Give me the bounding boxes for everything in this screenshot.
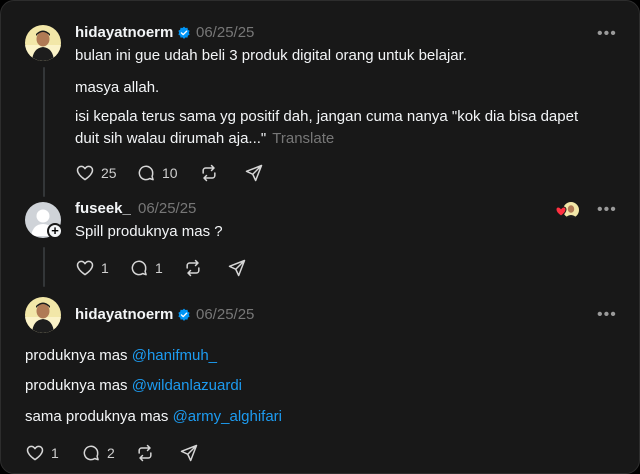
post-text-line-3: sama produknya mas @army_alghifari [25,406,282,428]
reply-count: 1 [155,260,163,276]
repost-button[interactable] [183,258,203,278]
post-text: Spill produknya mas ? [75,223,223,240]
post-text-paragraph-3-line-2: duit sih walau dirumah aja..." Translate [75,128,334,150]
comment-icon [138,165,154,181]
avatar[interactable] [25,25,61,61]
timestamp[interactable]: 06/25/25 [196,306,254,323]
reply-count: 10 [162,165,178,181]
thread-card: hidayatnoerm 06/25/25 ••• bulan ini gue … [0,0,640,474]
share-button[interactable] [227,258,247,278]
thread-line [43,247,45,287]
like-count: 25 [101,165,117,181]
timestamp[interactable]: 06/25/25 [196,24,254,41]
translate-link[interactable]: Translate [272,130,334,147]
post-text-paragraph-3-line-1: isi kepala terus sama yg positif dah, ja… [75,108,579,125]
reply-button[interactable]: 10 [136,163,178,183]
heart-icon [76,260,94,276]
like-button[interactable]: 25 [75,163,117,183]
comment-icon [131,260,147,276]
username[interactable]: hidayatnoerm [75,24,173,41]
verified-icon [178,308,190,321]
more-icon[interactable]: ••• [597,307,617,323]
heart-icon [76,165,94,181]
heart-icon [26,445,44,461]
reply-button[interactable]: 1 [129,258,163,278]
timestamp[interactable]: 06/25/25 [138,200,196,217]
post-text-line-3-prefix: sama produknya mas [25,408,173,425]
repost-button[interactable] [135,443,155,463]
username[interactable]: fuseek_ [75,200,131,217]
more-icon[interactable]: ••• [597,202,617,218]
mention-link[interactable]: @army_alghifari [173,408,282,425]
repost-icon [138,444,152,462]
verified-icon [178,26,190,39]
post-text-paragraph-1: bulan ini gue udah beli 3 produk digital… [75,47,467,64]
mention-link[interactable]: @wildanlazuardi [132,377,242,394]
username[interactable]: hidayatnoerm [75,306,173,323]
post-text-paragraph-2: masya allah. [75,79,160,96]
share-button[interactable] [244,163,264,183]
repost-button[interactable] [199,163,219,183]
comment-icon [83,445,99,461]
avatar[interactable] [25,297,61,333]
share-icon [180,444,198,462]
reply-button[interactable]: 2 [81,443,115,463]
like-count: 1 [51,445,59,461]
share-icon [245,164,263,182]
repost-icon [186,259,200,277]
like-button[interactable]: 1 [75,258,109,278]
like-button[interactable]: 1 [25,443,59,463]
post-text-line-1-prefix: produknya mas [25,347,132,364]
more-icon[interactable]: ••• [597,26,617,42]
follow-button[interactable]: + [47,223,63,239]
share-icon [228,259,246,277]
post-text-line-1: produknya mas @hanifmuh_ [25,345,217,367]
mention-link[interactable]: @hanifmuh_ [132,347,217,364]
share-button[interactable] [179,443,199,463]
thread-line [43,67,45,197]
reply-count: 2 [107,445,115,461]
repost-icon [202,164,216,182]
liked-by-author-avatar [555,201,581,219]
post-text-line-2: produknya mas @wildanlazuardi [25,375,242,397]
post-text-line-2-prefix: produknya mas [25,377,132,394]
like-count: 1 [101,260,109,276]
post-text-paragraph-3-line-2-text: duit sih walau dirumah aja..." [75,130,267,147]
